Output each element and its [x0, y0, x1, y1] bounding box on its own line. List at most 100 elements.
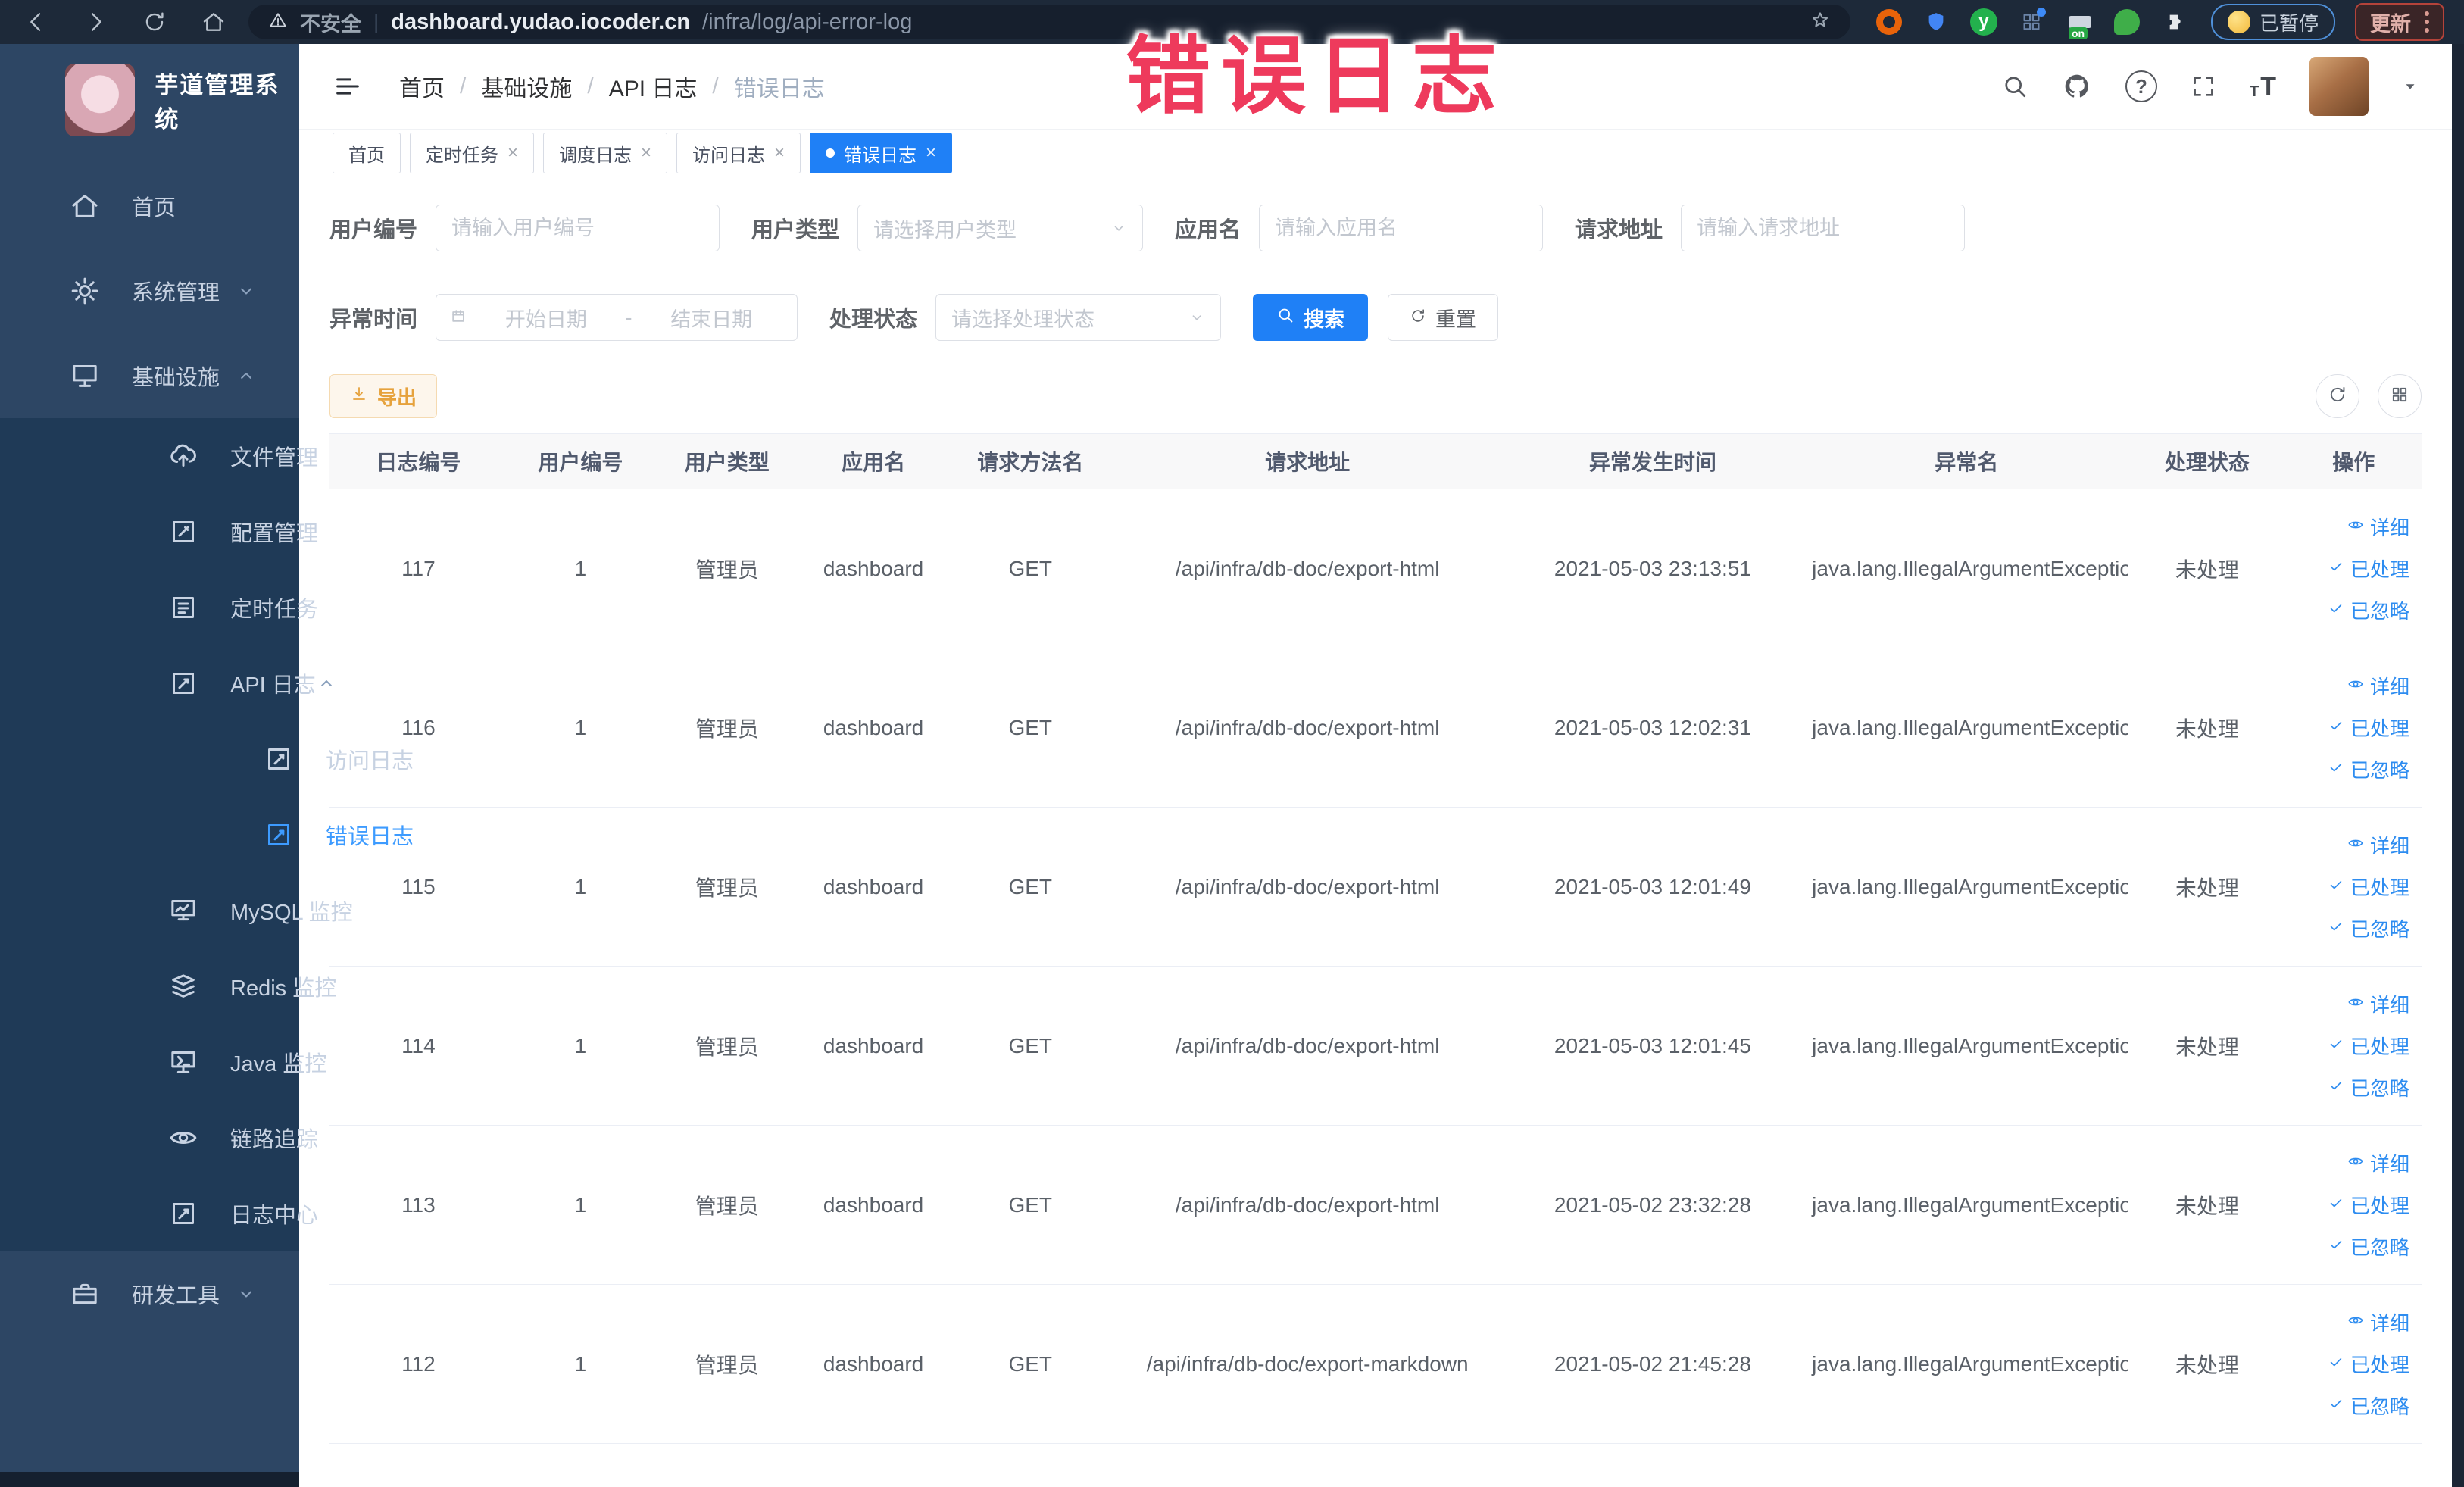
tab-错误日志[interactable]: 错误日志 ×	[810, 133, 953, 173]
cell-request_url: /api/infra/db-doc/export-html	[1113, 1125, 1501, 1285]
close-tab-icon[interactable]: ×	[774, 144, 785, 162]
fullscreen-icon[interactable]	[2191, 73, 2216, 99]
caret-down-icon[interactable]	[2402, 78, 2419, 95]
user-avatar[interactable]	[2309, 57, 2369, 116]
process-status-select[interactable]: 请选择处理状态	[935, 294, 1222, 341]
sidebar-item-Java-监控[interactable]: Java 监控	[0, 1024, 326, 1100]
cell-process_status: 未处理	[2128, 1125, 2286, 1285]
cell-process_status: 未处理	[2128, 966, 2286, 1126]
puzzle-extension-icon[interactable]	[2160, 8, 2188, 36]
action-ignored-link[interactable]: 已忽略	[2328, 596, 2409, 624]
action-processed-link[interactable]: 已处理	[2328, 1350, 2409, 1378]
app-name-input[interactable]	[1259, 205, 1544, 251]
cell-user_type: 管理员	[654, 489, 801, 648]
user-id-input[interactable]	[436, 205, 720, 251]
address-bar[interactable]: 不安全 | dashboard.yudao.iocoder.cn /infra/…	[248, 5, 1850, 39]
action-processed-link[interactable]: 已处理	[2328, 1032, 2409, 1060]
action-processed-link[interactable]: 已处理	[2328, 555, 2409, 583]
col-header-user_id: 用户编号	[507, 433, 654, 489]
breadcrumb-separator: /	[587, 73, 594, 98]
sidebar-item-配置管理[interactable]: 配置管理	[0, 494, 318, 570]
column-settings-button[interactable]	[2378, 374, 2422, 418]
browser-menu-icon[interactable]	[2425, 11, 2429, 33]
action-ignored-link[interactable]: 已忽略	[2328, 1073, 2409, 1101]
cell-exception_time: 2021-05-03 23:13:51	[1501, 489, 1805, 648]
sidebar-item-链路追踪[interactable]: 链路追踪	[0, 1100, 318, 1176]
exception-time-range-picker[interactable]: 开始日期 - 结束日期	[436, 294, 798, 341]
green-y-extension-icon[interactable]: y	[1969, 8, 1997, 36]
action-detail-link[interactable]: 详细	[2347, 1149, 2409, 1177]
action-ignored-link[interactable]: 已忽略	[2328, 755, 2409, 783]
sidebar-item-定时任务[interactable]: 定时任务	[0, 570, 318, 645]
sidebar-item-错误日志[interactable]: 错误日志	[0, 797, 414, 873]
sidebar-item-MySQL-监控[interactable]: MySQL 监控	[0, 873, 353, 948]
col-header-app_name: 应用名	[800, 433, 947, 489]
close-tab-icon[interactable]: ×	[926, 144, 936, 162]
user-type-placeholder: 请选择用户类型	[873, 218, 1017, 242]
github-icon[interactable]	[2062, 71, 2092, 102]
action-detail-link[interactable]: 详细	[2347, 831, 2409, 859]
user-type-select[interactable]: 请选择用户类型	[857, 205, 1144, 251]
profile-paused-pill[interactable]: 已暂停	[2210, 4, 2335, 40]
sidebar-item-基础设施[interactable]: 基础设施	[0, 333, 299, 418]
action-ignored-link[interactable]: 已忽略	[2328, 914, 2409, 942]
tab-label: 定时任务	[426, 145, 498, 166]
breadcrumb-infra[interactable]: 基础设施	[481, 70, 572, 103]
search-button[interactable]: 搜索	[1253, 294, 1369, 341]
tab-首页[interactable]: 首页	[333, 133, 401, 173]
switch-on-extension-icon[interactable]: on	[2066, 8, 2094, 39]
breadcrumb-api-log[interactable]: API 日志	[609, 70, 698, 103]
forward-icon[interactable]	[80, 7, 111, 37]
breadcrumb-home[interactable]: 首页	[399, 70, 445, 103]
grid-extension-icon[interactable]	[2017, 8, 2046, 36]
reload-icon[interactable]	[139, 7, 170, 37]
sidebar-item-访问日志[interactable]: 访问日志	[0, 721, 414, 797]
home-icon[interactable]	[198, 7, 229, 37]
action-detail-link[interactable]: 详细	[2347, 513, 2409, 541]
security-label: 不安全	[300, 12, 361, 36]
sidebar-item-首页[interactable]: 首页	[0, 164, 299, 248]
tab-定时任务[interactable]: 定时任务 ×	[410, 133, 535, 173]
action-detail-link[interactable]: 详细	[2347, 672, 2409, 700]
filter-process-status: 处理状态 请选择处理状态	[829, 294, 1222, 341]
refresh-icon	[2328, 385, 2347, 408]
table-toolbar: 导出	[329, 374, 2422, 418]
leaf-extension-icon[interactable]	[2113, 9, 2140, 35]
back-icon[interactable]	[21, 7, 52, 37]
reset-button[interactable]: 重置	[1388, 294, 1499, 341]
action-processed-link[interactable]: 已处理	[2328, 873, 2409, 901]
user-id-label: 用户编号	[329, 218, 418, 242]
browser-scrollbar[interactable]	[2452, 0, 2464, 1487]
help-icon[interactable]: ?	[2125, 70, 2157, 102]
hamburger-icon[interactable]	[333, 71, 363, 102]
adblock-extension-icon[interactable]	[1875, 9, 1902, 35]
bookmark-star-icon[interactable]	[1810, 10, 1831, 35]
refresh-table-button[interactable]	[2316, 374, 2359, 418]
action-detail-link[interactable]: 详细	[2347, 1308, 2409, 1336]
close-tab-icon[interactable]: ×	[507, 144, 518, 162]
sidebar-item-日志中心[interactable]: 日志中心	[0, 1176, 318, 1251]
action-detail-link[interactable]: 详细	[2347, 990, 2409, 1018]
chevron-down-icon	[236, 280, 257, 301]
sidebar-item-label: 系统管理	[132, 281, 220, 305]
close-tab-icon[interactable]: ×	[641, 144, 651, 162]
sidebar-item-研发工具[interactable]: 研发工具	[0, 1251, 299, 1336]
action-ignored-link[interactable]: 已忽略	[2328, 1232, 2409, 1261]
font-size-icon[interactable]: TT	[2250, 73, 2276, 99]
action-processed-link[interactable]: 已处理	[2328, 1191, 2409, 1219]
update-pill[interactable]: 更新	[2355, 3, 2444, 41]
shield-extension-icon[interactable]	[1922, 8, 1950, 36]
action-ignored-link[interactable]: 已忽略	[2328, 1392, 2409, 1420]
tab-访问日志[interactable]: 访问日志 ×	[676, 133, 801, 173]
request-url-input[interactable]	[1681, 205, 1966, 251]
export-button[interactable]: 导出	[329, 374, 438, 418]
tab-调度日志[interactable]: 调度日志 ×	[543, 133, 668, 173]
search-icon[interactable]	[2001, 73, 2028, 100]
sidebar-item-API-日志[interactable]: API 日志	[0, 645, 332, 721]
toolbar-right	[2316, 374, 2422, 418]
action-processed-link[interactable]: 已处理	[2328, 714, 2409, 742]
sidebar-item-文件管理[interactable]: 文件管理	[0, 418, 318, 494]
col-header-process_status: 处理状态	[2128, 433, 2286, 489]
sidebar-item-Redis-监控[interactable]: Redis 监控	[0, 948, 336, 1024]
sidebar-item-系统管理[interactable]: 系统管理	[0, 248, 299, 333]
